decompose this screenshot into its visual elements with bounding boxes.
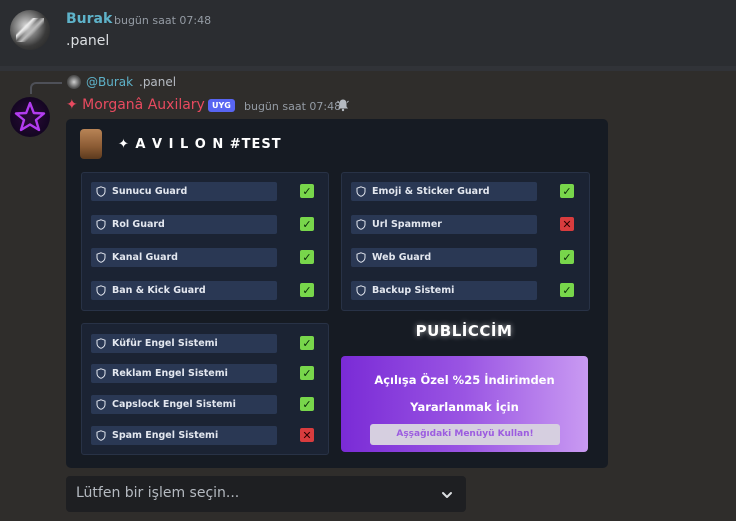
promo-line-2: Yararlanmak İçin: [410, 400, 519, 414]
notification-bell-icon[interactable]: [336, 98, 350, 112]
author-name[interactable]: Burak: [66, 11, 112, 27]
guard-label: Ban & Kick Guard: [112, 285, 206, 296]
guard-button[interactable]: Ban & Kick Guard: [91, 281, 277, 300]
guard-label: Url Spammer: [372, 219, 442, 230]
guard-button[interactable]: Emoji & Sticker Guard: [351, 182, 537, 201]
check-enabled-icon: ✓: [300, 397, 314, 411]
message-burak: [0, 0, 736, 66]
message-timestamp: bugün saat 07:48: [114, 14, 212, 27]
check-enabled-icon: ✓: [300, 283, 314, 297]
shield-icon: [96, 368, 106, 379]
check-disabled-icon: ✕: [300, 428, 314, 442]
promo-button[interactable]: Aşşağıdaki Menüyü Kullan!: [370, 424, 560, 445]
reply-author[interactable]: @Burak: [86, 75, 133, 89]
guard-label: Web Guard: [372, 252, 432, 263]
star-icon: [14, 101, 46, 132]
promo-line-1: Açılışa Özel %25 İndirimden: [374, 373, 555, 387]
check-enabled-icon: ✓: [560, 283, 574, 297]
guard-button[interactable]: Spam Engel Sistemi: [91, 426, 277, 445]
avatar[interactable]: [10, 10, 50, 50]
shield-icon: [356, 186, 366, 197]
shield-icon: [356, 219, 366, 230]
shield-icon: [96, 430, 106, 441]
embed-thumbnail: [80, 129, 102, 159]
message-timestamp: bugün saat 07:48: [244, 100, 342, 113]
shield-icon: [96, 338, 106, 349]
shield-icon: [96, 285, 106, 296]
guard-label: Kanal Guard: [112, 252, 178, 263]
guard-button[interactable]: Reklam Engel Sistemi: [91, 364, 277, 383]
shield-icon: [96, 252, 106, 263]
action-select[interactable]: Lütfen bir işlem seçin...: [66, 476, 466, 512]
guard-button[interactable]: Url Spammer: [351, 215, 537, 234]
reply-connector: [30, 82, 62, 94]
select-placeholder: Lütfen bir işlem seçin...: [76, 485, 240, 501]
check-enabled-icon: ✓: [560, 250, 574, 264]
guard-button[interactable]: Capslock Engel Sistemi: [91, 395, 277, 414]
guard-button[interactable]: Küfür Engel Sistemi: [91, 334, 277, 353]
guard-label: Spam Engel Sistemi: [112, 430, 219, 441]
app-badge: UYG: [208, 99, 235, 112]
promo-title: PUBLİCCİM: [415, 322, 513, 340]
check-disabled-icon: ✕: [560, 217, 574, 231]
guard-label: Sunucu Guard: [112, 186, 188, 197]
check-enabled-icon: ✓: [300, 217, 314, 231]
check-enabled-icon: ✓: [300, 366, 314, 380]
guard-label: Rol Guard: [112, 219, 165, 230]
check-enabled-icon: ✓: [300, 336, 314, 350]
guard-button[interactable]: Sunucu Guard: [91, 182, 277, 201]
guard-label: Reklam Engel Sistemi: [112, 368, 228, 379]
bot-avatar[interactable]: [10, 97, 50, 137]
chevron-down-icon: [442, 492, 452, 498]
shield-icon: [96, 186, 106, 197]
embed-title: ✦ A V I L O N #TEST: [118, 137, 282, 152]
shield-icon: [356, 252, 366, 263]
guard-label: Capslock Engel Sistemi: [112, 399, 236, 410]
shield-icon: [96, 219, 106, 230]
guard-button[interactable]: Backup Sistemi: [351, 281, 537, 300]
reply-avatar[interactable]: [67, 75, 81, 89]
check-enabled-icon: ✓: [300, 250, 314, 264]
guard-button[interactable]: Web Guard: [351, 248, 537, 267]
guard-button[interactable]: Kanal Guard: [91, 248, 277, 267]
message-content: .panel: [66, 33, 110, 49]
shield-icon: [356, 285, 366, 296]
bot-author-name[interactable]: ✦ Morganâ Auxilary: [66, 97, 205, 113]
guard-label: Küfür Engel Sistemi: [112, 338, 218, 349]
shield-icon: [96, 399, 106, 410]
guard-button[interactable]: Rol Guard: [91, 215, 277, 234]
guard-label: Backup Sistemi: [372, 285, 455, 296]
check-enabled-icon: ✓: [300, 184, 314, 198]
check-enabled-icon: ✓: [560, 184, 574, 198]
guard-label: Emoji & Sticker Guard: [372, 186, 490, 197]
reply-content[interactable]: .panel: [139, 75, 176, 89]
